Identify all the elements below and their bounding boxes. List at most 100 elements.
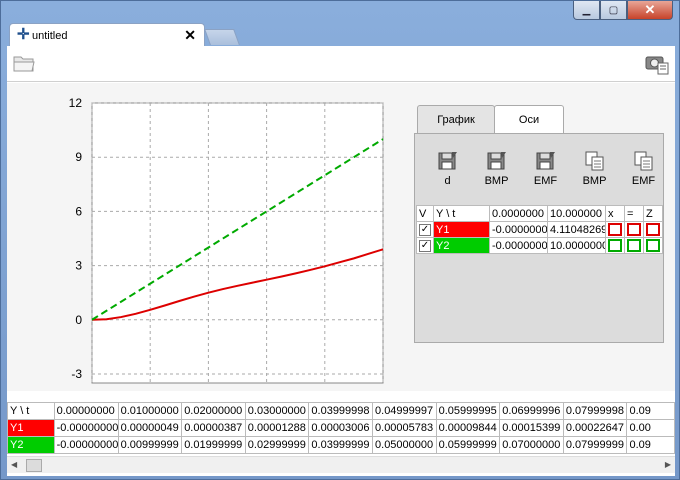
- y-tick-label: 3: [75, 259, 82, 273]
- export-button-3[interactable]: BMP: [570, 150, 619, 194]
- scroll-thumb[interactable]: [26, 459, 42, 472]
- document-tab-title: untitled: [32, 29, 68, 42]
- grid-header-cell: 10.000000: [547, 205, 606, 222]
- export-button-label: BMP: [582, 175, 607, 187]
- table-cell[interactable]: 0.00005783: [372, 419, 437, 437]
- y-tick-label: 12: [69, 96, 83, 110]
- scroll-right-icon[interactable]: ▶: [665, 460, 671, 469]
- header-cell: 0.09: [626, 402, 675, 420]
- series-max-value[interactable]: 10.0000000: [547, 237, 606, 254]
- header-cell: 0.05999995: [435, 402, 501, 420]
- table-cell[interactable]: 0.00001288: [244, 419, 310, 437]
- header-cell: 0.04999997: [372, 402, 437, 420]
- minimize-button[interactable]: ▁: [573, 1, 600, 20]
- maximize-button[interactable]: ▢: [600, 1, 627, 20]
- eq-toggle[interactable]: [624, 221, 644, 238]
- series-row-y2[interactable]: ✓ Y2 -0.0000000 10.0000000: [416, 237, 663, 254]
- export-button-1[interactable]: BMP: [472, 150, 521, 194]
- export-button-label: BMP: [484, 175, 509, 187]
- plot-area: [91, 102, 384, 384]
- horizontal-scrollbar[interactable]: ◀ ▶: [7, 456, 675, 473]
- settings-panel: График Оси d BMP EMF BMP EMF V Y \ t 0.00000…: [414, 103, 664, 343]
- table-cell[interactable]: 0.02999999: [244, 436, 310, 454]
- document-tab[interactable]: ✛ untitled ✕: [9, 23, 205, 47]
- eq-toggle[interactable]: [624, 237, 644, 254]
- series-grid-header: V Y \ t 0.0000000 10.000000 x = Z: [416, 205, 663, 222]
- table-cell[interactable]: 0.03999999: [308, 436, 374, 454]
- grid-header-cell: Z: [643, 205, 663, 222]
- series-max-value[interactable]: 4.11048269: [547, 221, 606, 238]
- export-button-label: d: [444, 175, 451, 187]
- y-tick-label: 9: [75, 150, 82, 164]
- table-cell[interactable]: 0.00022647: [562, 419, 628, 437]
- visible-checkbox-cell[interactable]: ✓: [416, 237, 434, 254]
- row-series-name[interactable]: Y2: [7, 436, 55, 454]
- table-cell[interactable]: 0.00000387: [181, 419, 246, 437]
- line-chart[interactable]: 0246810-3036912t: [7, 83, 407, 391]
- close-window-button[interactable]: ✕: [627, 1, 673, 20]
- table-cell[interactable]: 0.00015399: [499, 419, 564, 437]
- visible-checkbox[interactable]: ✓: [419, 239, 431, 252]
- y-tick-label: 6: [75, 204, 82, 218]
- screenshot-icon[interactable]: [645, 53, 669, 75]
- export-button-4[interactable]: EMF: [619, 150, 668, 194]
- series-min-value[interactable]: -0.0000000: [489, 221, 548, 238]
- table-cell[interactable]: 0.09: [626, 436, 675, 454]
- header-cell: 0.02000000: [181, 402, 246, 420]
- open-folder-icon[interactable]: [13, 54, 35, 72]
- y-tick-label: 0: [75, 313, 82, 327]
- table-cell[interactable]: 0.00999999: [117, 436, 183, 454]
- close-tab-icon[interactable]: ✕: [184, 27, 196, 44]
- table-cell[interactable]: 0.00009844: [435, 419, 501, 437]
- save-icon: [536, 152, 555, 170]
- series-name[interactable]: Y1: [433, 221, 490, 238]
- series-min-value[interactable]: -0.0000000: [489, 237, 548, 254]
- header-cell: 0.03999998: [308, 402, 374, 420]
- y-tick-label: -3: [71, 367, 82, 381]
- series-row-y1[interactable]: ✓ Y1 -0.0000000 4.11048269: [416, 221, 663, 238]
- header-cell: Y \ t: [7, 402, 55, 420]
- grid-header-cell: 0.0000000: [489, 205, 548, 222]
- table-cell[interactable]: 0.05999999: [435, 436, 501, 454]
- z-toggle[interactable]: [643, 237, 663, 254]
- table-row[interactable]: Y1 -0.00000000 0.00000049 0.00000387 0.00001…: [7, 419, 675, 437]
- caption-buttons: ▁ ▢ ✕: [573, 1, 673, 20]
- grid-header-cell: x: [605, 205, 625, 222]
- series-grid: V Y \ t 0.0000000 10.000000 x = Z ✓ Y1 -…: [416, 205, 663, 254]
- table-cell[interactable]: 0.07000000: [499, 436, 564, 454]
- table-cell[interactable]: -0.00000000: [53, 419, 119, 437]
- table-cell[interactable]: 0.00003006: [308, 419, 374, 437]
- document-content: 0246810-3036912t График Оси dBMPEMFBMPEM…: [7, 46, 675, 476]
- visible-checkbox-cell[interactable]: ✓: [416, 221, 434, 238]
- toolbar: [7, 46, 675, 82]
- crosshair-icon: ✛: [17, 26, 30, 43]
- visible-checkbox[interactable]: ✓: [419, 223, 431, 236]
- series-name[interactable]: Y2: [433, 237, 490, 254]
- document-tabstrip: ✛ untitled ✕: [9, 23, 240, 47]
- row-series-name[interactable]: Y1: [7, 419, 55, 437]
- header-cell: 0.06999996: [499, 402, 564, 420]
- export-button-0[interactable]: d: [423, 150, 472, 194]
- export-buttons: d BMP EMF BMP EMF: [423, 150, 668, 194]
- x-toggle[interactable]: [605, 237, 625, 254]
- table-row[interactable]: Y2 -0.00000000 0.00999999 0.01999999 0.02999…: [7, 436, 675, 454]
- z-toggle[interactable]: [643, 221, 663, 238]
- table-cell[interactable]: 0.05000000: [372, 436, 437, 454]
- tab-axes[interactable]: Оси: [494, 105, 564, 133]
- new-tab-button[interactable]: [204, 29, 240, 45]
- table-cell[interactable]: 0.00: [626, 419, 675, 437]
- header-cell: 0.07999998: [562, 402, 628, 420]
- table-cell[interactable]: 0.00000049: [117, 419, 183, 437]
- table-cell[interactable]: -0.00000000: [53, 436, 119, 454]
- grid-header-cell: V: [416, 205, 434, 222]
- export-button-label: EMF: [533, 175, 558, 187]
- table-cell[interactable]: 0.01999999: [181, 436, 246, 454]
- header-cell: 0.00000000: [53, 402, 119, 420]
- table-cell[interactable]: 0.07999999: [562, 436, 628, 454]
- scroll-left-icon[interactable]: ◀: [11, 460, 17, 469]
- save-icon: [438, 152, 457, 170]
- x-toggle[interactable]: [605, 221, 625, 238]
- export-button-2[interactable]: EMF: [521, 150, 570, 194]
- tab-graph[interactable]: График: [417, 105, 495, 133]
- data-table-area: Y \ t 0.00000000 0.01000000 0.02000000 0.030…: [7, 398, 675, 476]
